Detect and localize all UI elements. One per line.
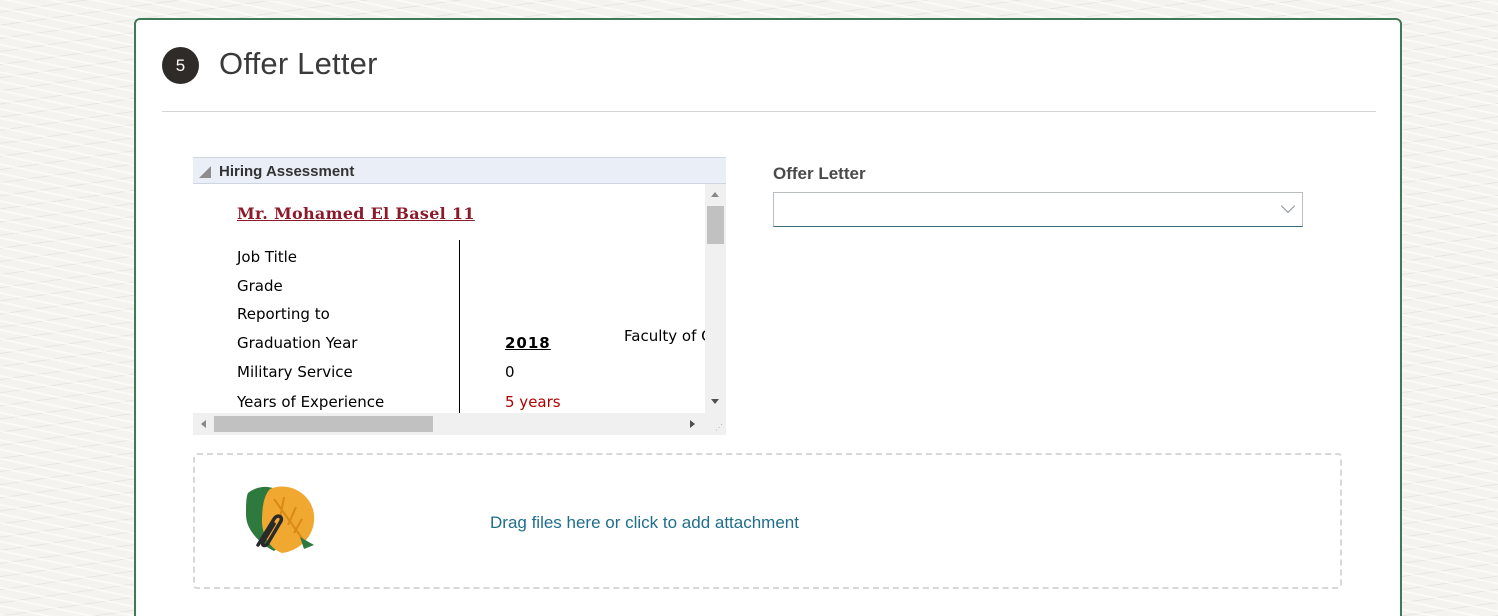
step-number-badge: 5 bbox=[162, 47, 199, 84]
hiring-assessment-title: Hiring Assessment bbox=[219, 163, 355, 180]
row-label-job-title: Job Title bbox=[237, 248, 298, 266]
resize-grip-icon: ⋰ bbox=[715, 423, 723, 432]
attachment-dropzone[interactable]: Drag files here or click to add attachme… bbox=[193, 453, 1342, 589]
scroll-down-arrow-icon[interactable] bbox=[711, 399, 719, 404]
offer-letter-card: 5 Offer Letter Hiring Assessment Mr. Moh… bbox=[134, 18, 1402, 616]
vertical-scroll-thumb[interactable] bbox=[707, 206, 724, 244]
row-label-military-service: Military Service bbox=[237, 363, 353, 381]
leaf-paperclip-icon bbox=[246, 486, 315, 553]
chevron-down-icon[interactable] bbox=[1280, 198, 1296, 214]
candidate-name: Mr. Mohamed El Basel 11 bbox=[237, 204, 475, 223]
row-label-reporting-to: Reporting to bbox=[237, 305, 330, 323]
faculty-value: Faculty of C bbox=[624, 327, 705, 345]
hiring-assessment-panel: Hiring Assessment Mr. Mohamed El Basel 1… bbox=[193, 157, 726, 435]
graduation-year-value: 2018 bbox=[505, 334, 551, 352]
horizontal-scroll-thumb[interactable] bbox=[214, 416, 433, 432]
collapse-triangle-icon[interactable] bbox=[199, 166, 211, 178]
row-label-graduation-year: Graduation Year bbox=[237, 334, 358, 352]
scroll-up-arrow-icon[interactable] bbox=[711, 192, 719, 197]
horizontal-scrollbar[interactable] bbox=[193, 413, 705, 435]
add-attachment-link[interactable]: Drag files here or click to add attachme… bbox=[490, 513, 799, 533]
military-service-value: 0 bbox=[505, 363, 515, 381]
vertical-scrollbar[interactable] bbox=[705, 184, 726, 413]
hiring-assessment-header[interactable]: Hiring Assessment bbox=[193, 157, 726, 184]
hiring-assessment-report: Mr. Mohamed El Basel 11 Job Title Grade … bbox=[193, 184, 705, 413]
resize-grip[interactable]: ⋰ bbox=[705, 413, 726, 435]
scroll-left-arrow-icon[interactable] bbox=[201, 420, 206, 428]
step-title: Offer Letter bbox=[219, 46, 378, 81]
offer-letter-select[interactable] bbox=[773, 192, 1303, 227]
offer-letter-field-label: Offer Letter bbox=[773, 164, 866, 183]
scroll-right-arrow-icon[interactable] bbox=[690, 420, 695, 428]
column-divider bbox=[459, 240, 460, 413]
step-header: 5 Offer Letter bbox=[162, 20, 1376, 112]
row-label-grade: Grade bbox=[237, 277, 283, 295]
years-of-experience-value: 5 years bbox=[505, 393, 561, 411]
row-label-years-of-experience: Years of Experience bbox=[237, 393, 385, 411]
